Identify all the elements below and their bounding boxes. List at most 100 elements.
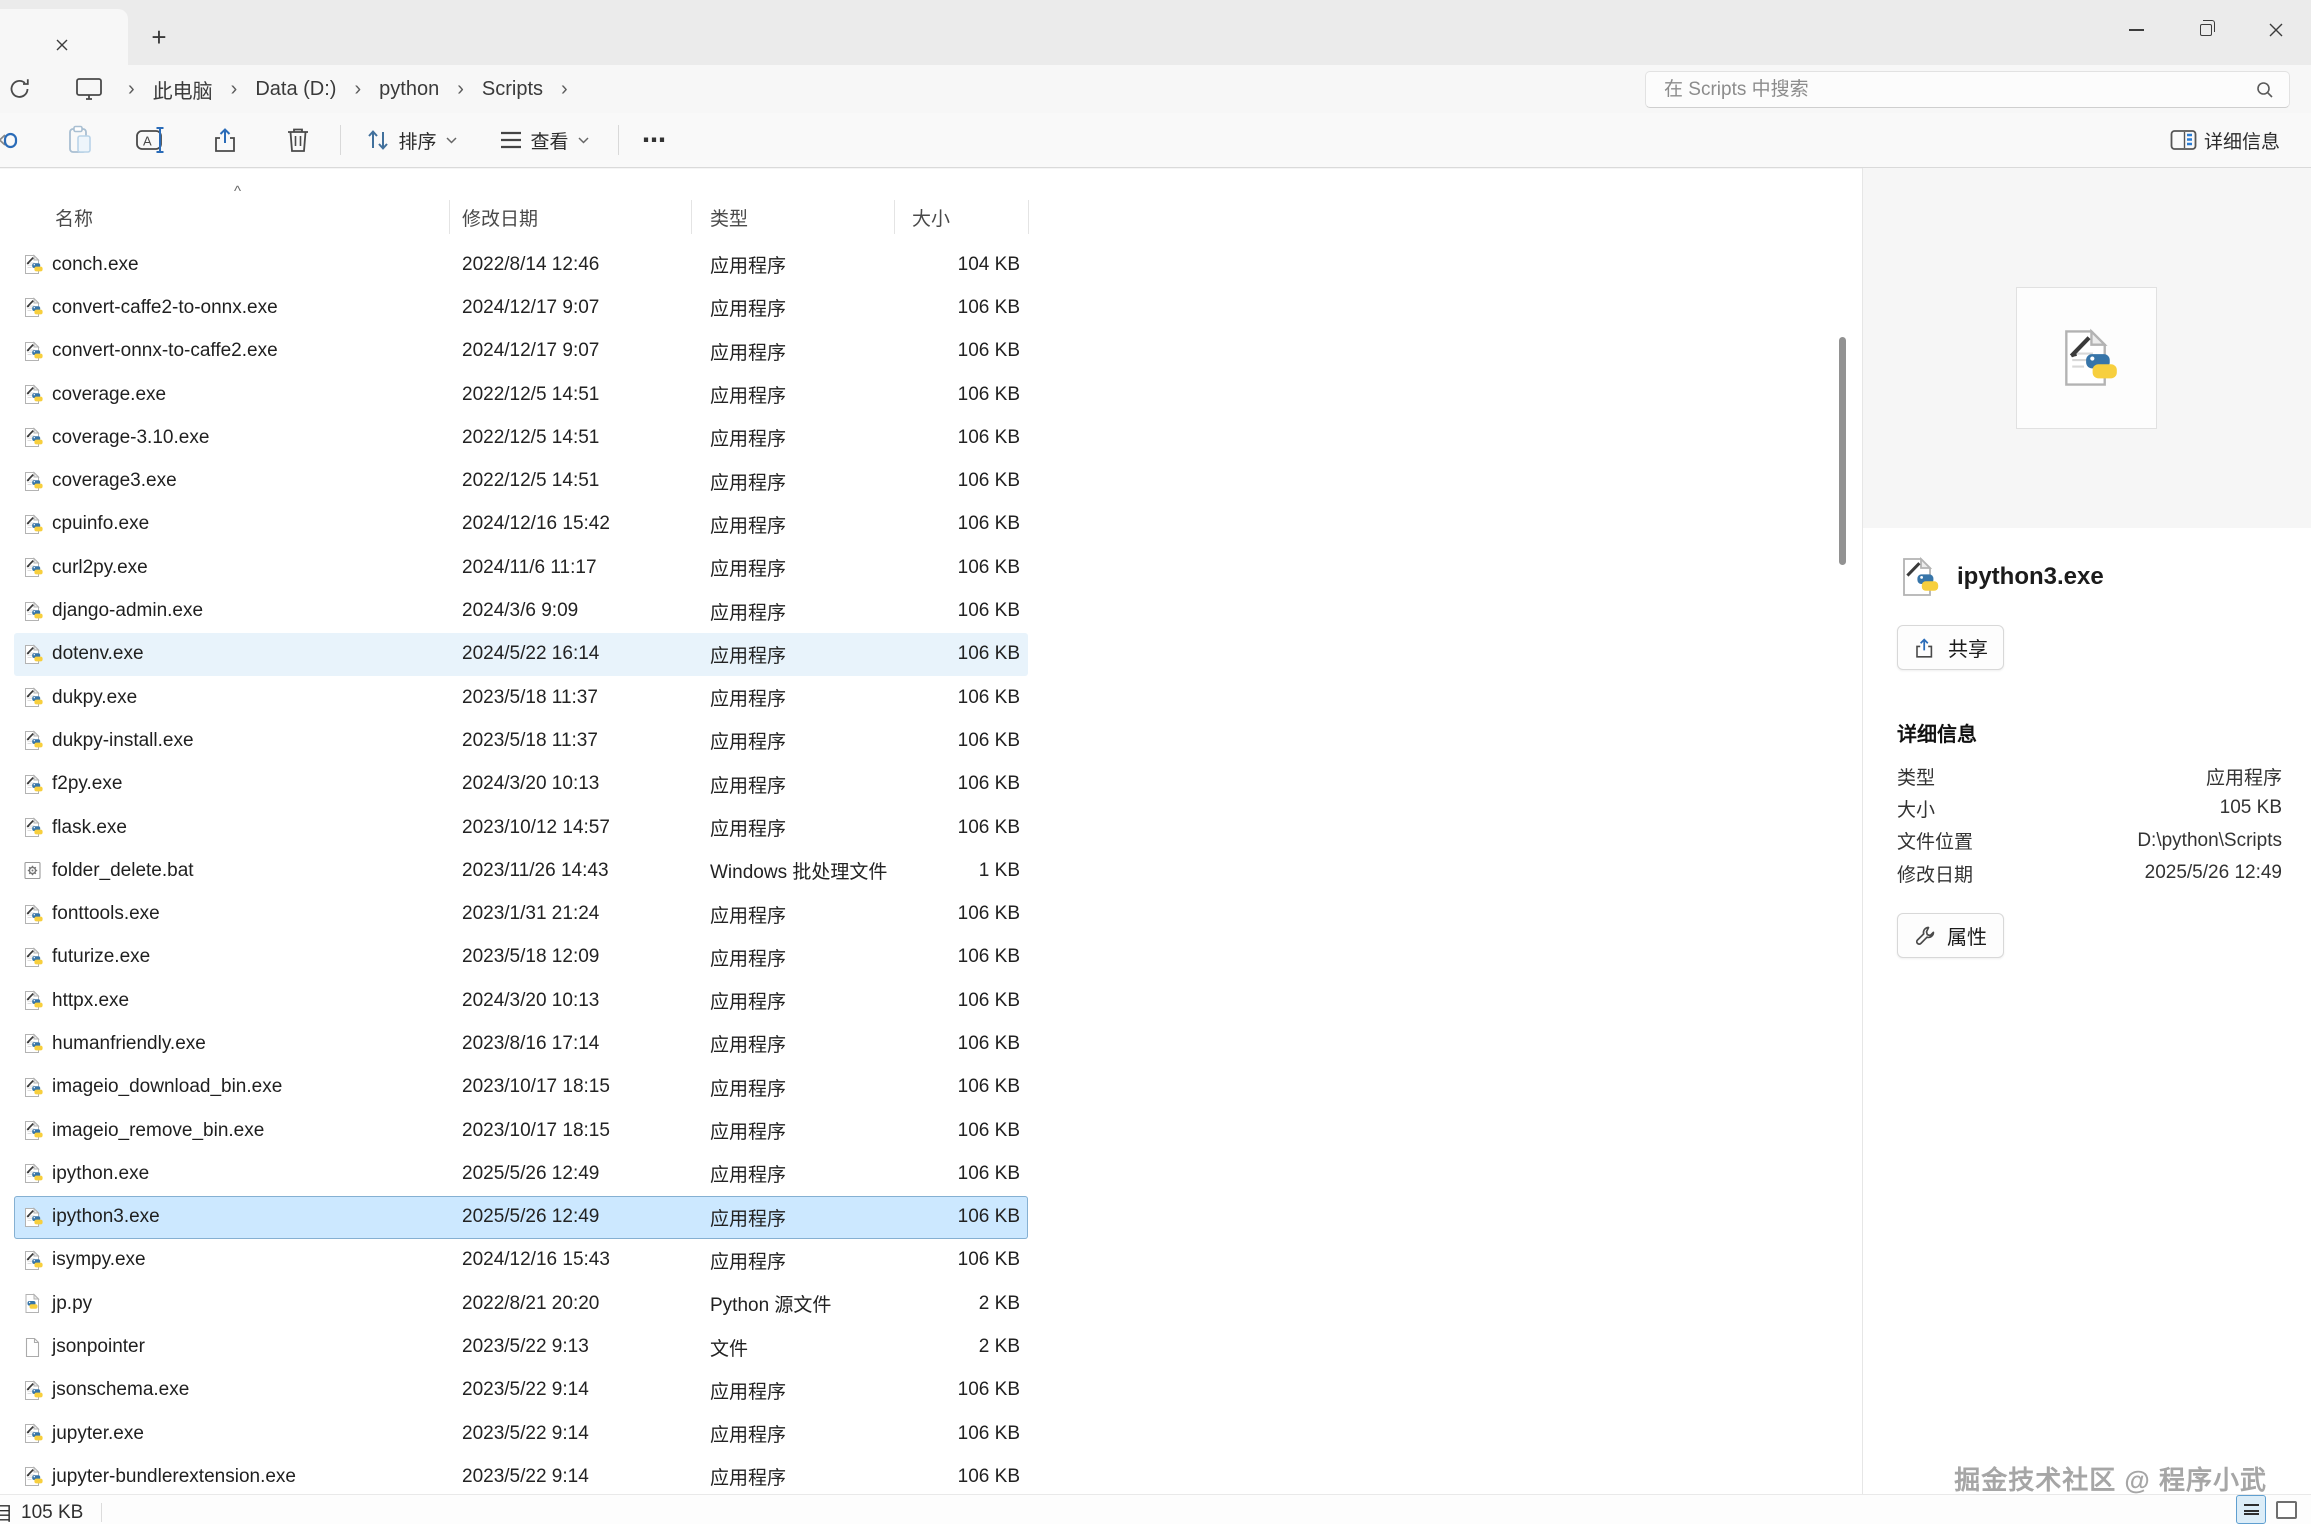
breadcrumb-scripts[interactable]: Scripts — [474, 74, 551, 105]
file-type: 应用程序 — [691, 424, 894, 451]
file-row[interactable]: jupyter.exe 2023/5/22 9:14 应用程序 106 KB — [14, 1412, 1028, 1455]
file-row[interactable]: fonttools.exe 2023/1/31 21:24 应用程序 106 K… — [14, 892, 1028, 935]
file-date: 2022/8/21 20:20 — [449, 1293, 691, 1315]
file-row[interactable]: jp.py 2022/8/21 20:20 Python 源文件 2 KB — [14, 1282, 1028, 1325]
breadcrumb-this-pc[interactable]: 此电脑 — [145, 71, 221, 108]
refresh-button[interactable] — [6, 75, 34, 103]
file-row[interactable]: ipython3.exe 2025/5/26 12:49 应用程序 106 KB — [14, 1196, 1028, 1239]
file-row[interactable]: convert-onnx-to-caffe2.exe 2024/12/17 9:… — [14, 330, 1028, 373]
file-icon — [22, 1207, 43, 1228]
file-row[interactable]: dukpy-install.exe 2023/5/18 11:37 应用程序 1… — [14, 719, 1028, 762]
sort-icon — [365, 127, 391, 153]
file-size: 106 KB — [894, 990, 1028, 1012]
titlebar: + — [0, 0, 2311, 65]
file-row[interactable]: dotenv.exe 2024/5/22 16:14 应用程序 106 KB — [14, 633, 1028, 676]
column-separator[interactable] — [449, 200, 450, 234]
close-button[interactable] — [2241, 0, 2311, 60]
more-options-button[interactable]: ⋯ — [630, 113, 680, 167]
cut-button[interactable] — [0, 113, 26, 167]
minimize-button[interactable] — [2101, 0, 2171, 60]
file-type: 应用程序 — [691, 641, 894, 668]
file-row[interactable]: coverage3.exe 2022/12/5 14:51 应用程序 106 K… — [14, 459, 1028, 502]
rename-icon: A — [135, 125, 169, 155]
chevron-down-icon — [578, 137, 589, 144]
file-size: 106 KB — [894, 903, 1028, 925]
sort-button[interactable]: 排序 — [356, 113, 466, 167]
breadcrumb-chevron-icon: › — [221, 78, 248, 101]
share-button[interactable]: 共享 — [1897, 625, 2004, 670]
details-section-title: 详细信息 — [1897, 718, 1977, 747]
explorer-tab[interactable] — [0, 9, 128, 65]
properties-label: 属性 — [1947, 921, 1987, 950]
file-row[interactable]: imageio_remove_bin.exe 2023/10/17 18:15 … — [14, 1109, 1028, 1152]
file-row[interactable]: ipython.exe 2025/5/26 12:49 应用程序 106 KB — [14, 1152, 1028, 1195]
properties-button[interactable]: 属性 — [1897, 913, 2004, 958]
file-row[interactable]: humanfriendly.exe 2023/8/16 17:14 应用程序 1… — [14, 1022, 1028, 1065]
file-row[interactable]: f2py.exe 2024/3/20 10:13 应用程序 106 KB — [14, 763, 1028, 806]
file-row[interactable]: futurize.exe 2023/5/18 12:09 应用程序 106 KB — [14, 936, 1028, 979]
file-icon — [22, 471, 43, 492]
column-separator[interactable] — [894, 200, 895, 234]
file-row[interactable]: jsonpointer 2023/5/22 9:13 文件 2 KB — [14, 1325, 1028, 1368]
file-row[interactable]: django-admin.exe 2024/3/6 9:09 应用程序 106 … — [14, 589, 1028, 632]
search-input[interactable] — [1664, 72, 2224, 107]
file-row[interactable]: jupyter-bundlerextension.exe 2023/5/22 9… — [14, 1455, 1028, 1498]
tab-close-icon[interactable] — [50, 33, 74, 57]
delete-button[interactable] — [278, 113, 318, 167]
file-row[interactable]: flask.exe 2023/10/12 14:57 应用程序 106 KB — [14, 806, 1028, 849]
breadcrumb-chevron-icon: › — [118, 78, 145, 101]
column-header-name[interactable]: 名称 — [14, 204, 449, 231]
share-button-toolbar[interactable] — [206, 113, 246, 167]
file-size: 106 KB — [894, 340, 1028, 362]
column-separator[interactable] — [1028, 200, 1029, 234]
breadcrumb: › 此电脑 › Data (D:) › python › Scripts › — [118, 65, 578, 113]
file-name: ipython.exe — [52, 1163, 149, 1185]
file-row[interactable]: folder_delete.bat 2023/11/26 14:43 Windo… — [14, 849, 1028, 892]
column-separator[interactable] — [691, 200, 692, 234]
list-scrollbar-thumb[interactable] — [1839, 337, 1846, 565]
this-pc-icon[interactable] — [74, 75, 104, 103]
new-tab-button[interactable]: + — [144, 22, 174, 52]
column-header-type[interactable]: 类型 — [691, 204, 894, 231]
breadcrumb-chevron-icon: › — [344, 78, 371, 101]
paste-button[interactable] — [62, 113, 98, 167]
detail-row-size: 大小 105 KB — [1897, 792, 2282, 824]
restore-button[interactable] — [2171, 0, 2241, 60]
file-row[interactable]: coverage-3.10.exe 2022/12/5 14:51 应用程序 1… — [14, 416, 1028, 459]
column-header-size[interactable]: 大小 — [894, 204, 1028, 231]
file-type: 文件 — [691, 1334, 894, 1361]
rename-button[interactable]: A — [132, 113, 172, 167]
file-size: 106 KB — [894, 384, 1028, 406]
file-row[interactable]: coverage.exe 2022/12/5 14:51 应用程序 106 KB — [14, 373, 1028, 416]
detail-value: 应用程序 — [2206, 763, 2282, 790]
file-date: 2022/12/5 14:51 — [449, 427, 691, 449]
search-icon[interactable] — [2255, 80, 2275, 100]
python-exe-icon — [22, 1077, 43, 1098]
file-row[interactable]: httpx.exe 2024/3/20 10:13 应用程序 106 KB — [14, 979, 1028, 1022]
column-header-date[interactable]: 修改日期 — [449, 204, 691, 231]
file-row[interactable]: cpuinfo.exe 2024/12/16 15:42 应用程序 106 KB — [14, 503, 1028, 546]
file-row[interactable]: curl2py.exe 2024/11/6 11:17 应用程序 106 KB — [14, 546, 1028, 589]
file-row[interactable]: isympy.exe 2024/12/16 15:43 应用程序 106 KB — [14, 1239, 1028, 1282]
list-view-icon — [2244, 1504, 2259, 1515]
view-button[interactable]: 查看 — [484, 113, 604, 167]
file-row[interactable]: jsonschema.exe 2023/5/22 9:14 应用程序 106 K… — [14, 1369, 1028, 1412]
file-name: convert-onnx-to-caffe2.exe — [52, 340, 278, 362]
breadcrumb-python[interactable]: python — [371, 74, 447, 105]
file-row[interactable]: dukpy.exe 2023/5/18 11:37 应用程序 106 KB — [14, 676, 1028, 719]
file-icon — [22, 947, 43, 968]
list-view-toggle[interactable] — [2236, 1495, 2266, 1524]
file-row[interactable]: conch.exe 2022/8/14 12:46 应用程序 104 KB — [14, 243, 1028, 286]
file-name: curl2py.exe — [52, 557, 148, 579]
breadcrumb-drive[interactable]: Data (D:) — [247, 74, 344, 105]
file-list-body: conch.exe 2022/8/14 12:46 应用程序 104 KB — [14, 243, 1028, 1514]
file-row[interactable]: convert-caffe2-to-onnx.exe 2024/12/17 9:… — [14, 286, 1028, 329]
thumbnail-view-toggle[interactable] — [2276, 1501, 2297, 1519]
file-name: imageio_remove_bin.exe — [52, 1120, 264, 1142]
file-date: 2024/5/22 16:14 — [449, 643, 691, 665]
file-type: 应用程序 — [691, 1117, 894, 1144]
file-row[interactable]: imageio_download_bin.exe 2023/10/17 18:1… — [14, 1066, 1028, 1109]
file-type: 应用程序 — [691, 1160, 894, 1187]
file-type: 应用程序 — [691, 727, 894, 754]
details-pane-toggle[interactable]: 详细信息 — [2150, 113, 2300, 167]
